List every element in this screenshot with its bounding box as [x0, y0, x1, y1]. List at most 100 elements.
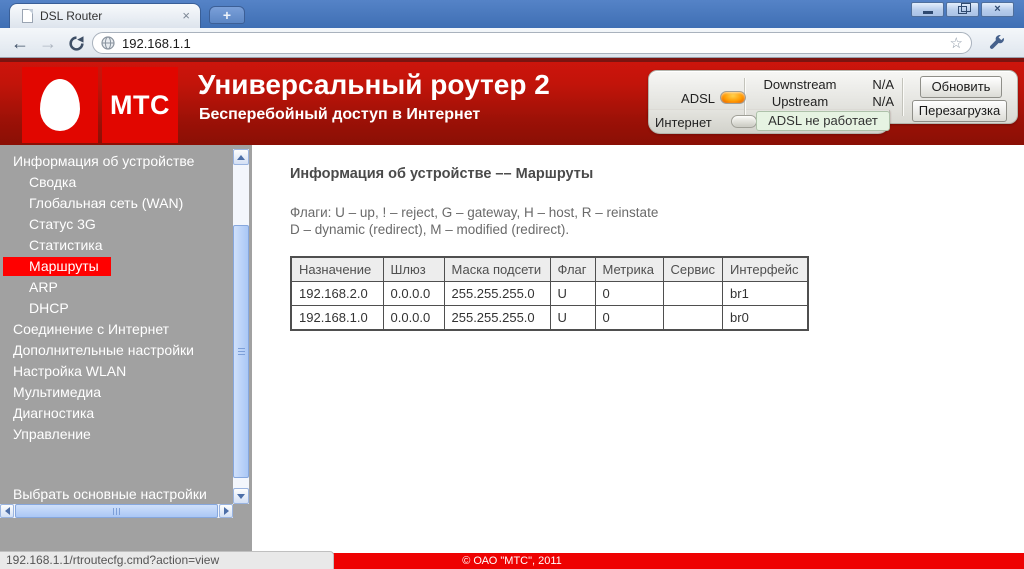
upstream-label: Upstream — [771, 94, 829, 109]
sidebar-item-summary[interactable]: Сводка — [0, 172, 252, 193]
sidebar-item-device-info[interactable]: Информация об устройстве — [0, 151, 252, 172]
new-tab-button[interactable]: + — [209, 6, 245, 24]
wrench-icon — [989, 34, 1004, 49]
restore-icon — [958, 2, 971, 14]
window-controls: × — [911, 2, 1014, 17]
cell-flag: U — [549, 305, 596, 331]
sidebar-item-diagnostics[interactable]: Диагностика — [0, 403, 252, 424]
horizontal-scroll-thumb[interactable] — [15, 504, 218, 518]
sidebar-item-routes-selected[interactable]: Маршруты — [0, 256, 252, 277]
downstream-label: Downstream — [763, 77, 837, 92]
cell-gateway: 0.0.0.0 — [382, 281, 445, 306]
sidebar-item-management[interactable]: Управление — [0, 424, 252, 445]
col-interface: Интерфейс — [722, 256, 809, 282]
sidebar-vertical-scrollbar[interactable] — [233, 149, 249, 504]
sidebar-item-wan[interactable]: Глобальная сеть (WAN) — [0, 193, 252, 214]
downstream-value: N/A — [872, 77, 894, 92]
nav-list: Информация об устройстве Сводка Глобальн… — [0, 145, 252, 445]
adsl-status-message: ADSL не работает — [756, 111, 890, 131]
mts-logo-text: МТС — [110, 89, 170, 120]
content-heading: Информация об устройстве –– Маршруты — [290, 166, 594, 182]
reload-button[interactable] — [64, 32, 88, 54]
table-header-row: Назначение Шлюз Маска подсети Флаг Метри… — [290, 256, 809, 282]
close-button[interactable]: × — [981, 2, 1014, 17]
adsl-status-panel: ADSL Downstream N/A Upstream N/A Обновит… — [648, 70, 1018, 134]
restore-button[interactable] — [946, 2, 979, 17]
flags-line-2: D – dynamic (redirect), M – modified (re… — [290, 222, 570, 237]
cell-gateway: 0.0.0.0 — [382, 305, 445, 331]
tab-close-icon[interactable]: × — [180, 9, 192, 22]
table-row: 192.168.2.0 0.0.0.0 255.255.255.0 U 0 br… — [290, 281, 809, 306]
globe-icon — [101, 36, 115, 50]
routes-table: Назначение Шлюз Маска подсети Флаг Метри… — [290, 256, 809, 331]
tab-title: DSL Router — [40, 9, 103, 23]
scroll-left-button[interactable] — [0, 504, 14, 518]
cell-destination: 192.168.1.0 — [290, 305, 384, 331]
minimize-button[interactable] — [911, 2, 944, 17]
col-destination: Назначение — [290, 256, 384, 282]
sidebar-item-3g-status[interactable]: Статус 3G — [0, 214, 252, 235]
back-button[interactable]: ← — [8, 32, 32, 54]
bookmark-star-icon[interactable]: ☆ — [950, 34, 963, 52]
cell-subnet-mask: 255.255.255.0 — [443, 281, 551, 306]
sidebar-horizontal-scrollbar[interactable] — [0, 504, 233, 518]
panel-divider — [902, 78, 903, 116]
sidebar-item-basic-settings[interactable]: Выбрать основные настройки — [13, 486, 207, 502]
vertical-scroll-thumb[interactable] — [233, 225, 249, 478]
header-top-strip — [0, 58, 1024, 62]
forward-button[interactable]: → — [36, 32, 60, 54]
arrow-right-icon — [223, 507, 229, 515]
arrow-left-icon — [4, 507, 10, 515]
sidebar-item-internet-connection[interactable]: Соединение с Интернет — [0, 319, 252, 340]
adsl-label: ADSL — [681, 91, 715, 106]
browser-toolbar: ← → 192.168.1.1 ☆ — [0, 28, 1024, 58]
cell-metric: 0 — [594, 281, 664, 306]
sidebar-item-arp[interactable]: ARP — [0, 277, 252, 298]
mts-text-logo: МТС — [102, 67, 178, 143]
cell-metric: 0 — [594, 305, 664, 331]
scroll-right-button[interactable] — [219, 504, 233, 518]
cell-destination: 192.168.2.0 — [290, 281, 384, 306]
flags-legend: Флаги: U – up, ! – reject, G – gateway, … — [290, 204, 1024, 238]
cell-service — [662, 281, 724, 306]
col-service: Сервис — [662, 256, 724, 282]
sidebar-nav: Информация об устройстве Сводка Глобальн… — [0, 145, 252, 553]
upstream-value: N/A — [872, 94, 894, 109]
col-gateway: Шлюз — [382, 256, 445, 282]
mts-egg-logo — [22, 67, 98, 143]
main-content: Информация об устройстве –– Маршруты Фла… — [252, 145, 1024, 553]
cell-interface: br0 — [722, 305, 809, 331]
cell-flag: U — [549, 281, 596, 306]
internet-label: Интернет — [655, 115, 712, 130]
page-subtitle: Бесперебойный доступ в Интернет — [199, 106, 481, 123]
sidebar-item-dhcp[interactable]: DHCP — [0, 298, 252, 319]
col-metric: Метрика — [594, 256, 664, 282]
internet-led-indicator — [731, 115, 757, 128]
browser-titlebar: DSL Router × + × — [0, 0, 1024, 28]
reboot-button[interactable]: Перезагрузка — [912, 100, 1007, 122]
url-text[interactable]: 192.168.1.1 — [122, 36, 950, 51]
minimize-icon — [922, 10, 933, 14]
scroll-up-button[interactable] — [233, 149, 249, 165]
reload-icon — [68, 35, 84, 51]
sidebar-item-advanced-settings[interactable]: Дополнительные настройки — [0, 340, 252, 361]
scroll-down-button[interactable] — [233, 488, 249, 504]
egg-icon — [40, 79, 80, 131]
address-bar[interactable]: 192.168.1.1 ☆ — [92, 32, 972, 54]
arrow-up-icon — [237, 154, 245, 160]
page-favicon-icon — [22, 9, 33, 23]
cell-interface: br1 — [722, 281, 809, 306]
sidebar-item-wlan-settings[interactable]: Настройка WLAN — [0, 361, 252, 382]
refresh-button[interactable]: Обновить — [920, 76, 1002, 98]
menu-wrench-button[interactable] — [988, 34, 1008, 52]
flags-line-1: Флаги: U – up, ! – reject, G – gateway, … — [290, 205, 659, 220]
col-subnet-mask: Маска подсети — [443, 256, 551, 282]
sidebar-item-multimedia[interactable]: Мультимедиа — [0, 382, 252, 403]
arrow-down-icon — [237, 493, 245, 499]
browser-tab[interactable]: DSL Router × — [9, 3, 201, 28]
browser-status-bubble: 192.168.1.1/rtroutecfg.cmd?action=view — [0, 551, 334, 569]
sidebar-item-statistics[interactable]: Статистика — [0, 235, 252, 256]
page-title: Универсальный роутер 2 — [198, 69, 550, 100]
browser-window: DSL Router × + × ← → 192.168.1.1 ☆ МТС У… — [0, 0, 1024, 569]
cell-service — [662, 305, 724, 331]
